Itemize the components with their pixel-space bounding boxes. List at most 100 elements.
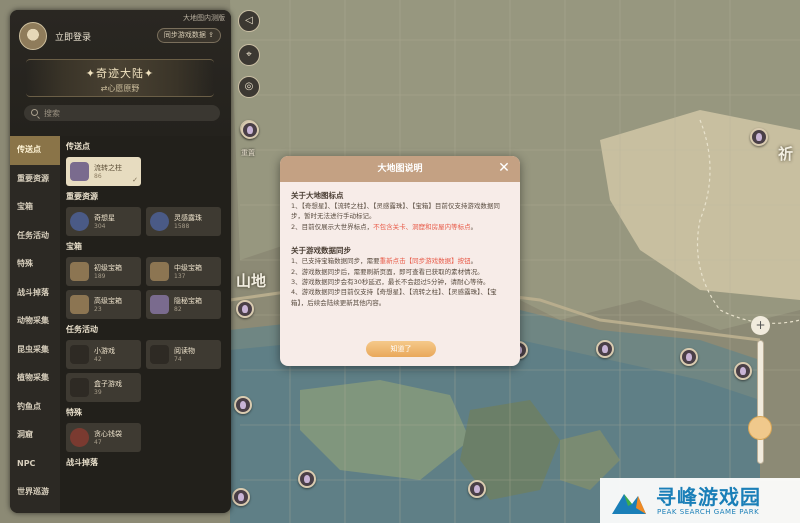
region-label-mountain: 山地 xyxy=(236,272,267,290)
minigame-icon xyxy=(70,345,89,364)
locate-button[interactable]: ⌖ xyxy=(238,44,260,66)
category-chests[interactable]: 宝箱 xyxy=(10,193,60,222)
region-label-east: 祈 xyxy=(778,145,794,163)
item-count: 74 xyxy=(174,356,182,363)
search-box[interactable] xyxy=(24,105,220,121)
dialog-paragraph: 1、已支持宝箱数据同步，需要重新点击【同步游戏数据】按钮。 xyxy=(291,257,478,266)
item-count: 189 xyxy=(94,273,106,280)
marker-item-chest-hidden[interactable]: 隐秘宝箱 82 xyxy=(146,290,221,319)
category-resources[interactable]: 重要资源 xyxy=(10,165,60,194)
book-icon xyxy=(150,345,169,364)
category-animal[interactable]: 动物采集 xyxy=(10,307,60,336)
login-link[interactable]: 立即登录 xyxy=(55,30,91,43)
marker-item-greedy-purse[interactable]: 贪心钱袋 47 xyxy=(66,423,141,452)
dialog-paragraph: 2、游戏数据同步后，需要刷新页面，即可查看已获取的素材情况。 xyxy=(291,267,484,276)
map-marker[interactable] xyxy=(680,348,698,366)
reset-marker-icon[interactable] xyxy=(241,121,259,139)
purse-icon xyxy=(70,428,89,447)
item-count: 137 xyxy=(174,273,186,280)
panel-header: 大地图内测版 立即登录 同步游戏数据 ⇪ ✦奇迹大陆✦ ⇄心愿原野 xyxy=(10,10,231,136)
dialog-body: 关于大地图标点 1、【奇想星】、【流转之柱】、【灵感露珠】、【宝箱】目前仅支持游… xyxy=(280,182,520,308)
section-title-chests: 宝箱 xyxy=(66,242,82,251)
marker-item-chest-mid[interactable]: 中级宝箱 137 xyxy=(146,257,221,286)
chest-icon xyxy=(70,295,89,314)
map-marker[interactable] xyxy=(232,488,250,506)
item-count: 23 xyxy=(94,306,102,313)
item-count: 82 xyxy=(174,306,182,313)
dialog-paragraph: 3、游戏数据同步会有30秒延迟，最长不会超过5分钟，请耐心等待。 xyxy=(291,278,490,287)
zoom-slider-thumb[interactable] xyxy=(748,416,772,440)
map-marker[interactable] xyxy=(236,300,254,318)
dialog-header: 大地图说明 ✕ xyxy=(280,156,520,182)
search-input[interactable] xyxy=(44,107,214,119)
section-title-special: 特殊 xyxy=(66,408,82,417)
map-marker[interactable] xyxy=(596,340,614,358)
item-name: 贪心钱袋 xyxy=(94,430,122,438)
category-special[interactable]: 特殊 xyxy=(10,250,60,279)
dialog-paragraph: 2、目前仅展示大世界标点，不包含关卡、洞窟和房屋内等标点。 xyxy=(291,222,478,231)
map-info-dialog: 大地图说明 ✕ 关于大地图标点 1、【奇想星】、【流转之柱】、【灵感露珠】、【宝… xyxy=(280,156,520,366)
category-world-tour[interactable]: 世界巡游 xyxy=(10,478,60,507)
map-marker[interactable] xyxy=(734,362,752,380)
search-icon xyxy=(31,109,38,116)
category-insect[interactable]: 昆虫采集 xyxy=(10,336,60,365)
item-name: 流转之柱 xyxy=(94,164,122,172)
sync-button-label: 同步游戏数据 xyxy=(163,31,206,39)
marker-item-pillar[interactable]: 流转之柱 86 ✓ xyxy=(66,157,141,186)
section-title-resources: 重要资源 xyxy=(66,192,98,201)
marker-item-minigame[interactable]: 小游戏 42 xyxy=(66,340,141,369)
category-sidebar: 传送点 重要资源 宝箱 任务活动 特殊 战斗掉落 动物采集 昆虫采集 植物采集 … xyxy=(10,136,60,513)
category-cave[interactable]: 洞窟 xyxy=(10,421,60,450)
marker-item-reading[interactable]: 阅读物 74 xyxy=(146,340,221,369)
reset-label[interactable]: 重置 xyxy=(241,148,255,158)
close-icon[interactable]: ✕ xyxy=(496,160,512,176)
marker-item-star[interactable]: 奇想星 304 xyxy=(66,207,141,236)
watermark-subtitle: PEAK SEARCH GAME PARK xyxy=(657,508,760,516)
sync-game-data-button[interactable]: 同步游戏数据 ⇪ xyxy=(156,28,221,43)
region-banner[interactable]: ✦奇迹大陆✦ ⇄心愿原野 xyxy=(26,59,214,97)
avatar[interactable] xyxy=(19,22,47,50)
beta-note: 大地图内测版 xyxy=(183,14,225,22)
collapse-panel-button[interactable]: ◁ xyxy=(238,10,260,32)
category-fishing[interactable]: 钓鱼点 xyxy=(10,393,60,422)
section-title-combat: 战斗掉落 xyxy=(66,458,98,467)
zoom-slider-track[interactable] xyxy=(757,340,764,464)
chest-icon xyxy=(150,295,169,314)
item-name: 小游戏 xyxy=(94,347,115,355)
side-panel: 大地图内测版 立即登录 同步游戏数据 ⇪ ✦奇迹大陆✦ ⇄心愿原野 传送点 重要… xyxy=(10,10,231,513)
chest-icon xyxy=(70,262,89,281)
item-name: 灵感露珠 xyxy=(174,214,202,222)
upload-icon: ⇪ xyxy=(208,31,214,39)
category-tasks[interactable]: 任务活动 xyxy=(10,222,60,251)
dialog-paragraph: 1、【奇想星】、【流转之柱】、【灵感露珠】、【宝箱】目前仅支持游戏数据同步，暂时… xyxy=(291,202,500,221)
zoom-in-button[interactable]: + xyxy=(751,316,770,335)
got-it-button[interactable]: 知道了 xyxy=(366,341,436,357)
item-name: 盒子游戏 xyxy=(94,380,122,388)
category-teleport[interactable]: 传送点 xyxy=(10,136,60,165)
item-name: 奇想星 xyxy=(94,214,115,222)
marker-item-chest-high[interactable]: 高级宝箱 23 xyxy=(66,290,141,319)
map-marker[interactable] xyxy=(468,480,486,498)
item-count: 39 xyxy=(94,389,102,396)
back-arrow-icon: ◁ xyxy=(245,15,253,26)
region-title: ✦奇迹大陆✦ xyxy=(85,67,155,80)
item-count: 47 xyxy=(94,439,102,446)
zoom-control[interactable]: + xyxy=(748,316,772,466)
map-marker[interactable] xyxy=(750,128,768,146)
item-name: 隐秘宝箱 xyxy=(174,297,202,305)
dialog-section-title: 关于大地图标点 xyxy=(291,191,344,200)
marker-item-box-game[interactable]: 盒子游戏 39 xyxy=(66,373,141,402)
map-marker[interactable] xyxy=(234,396,252,414)
marker-list: 传送点 流转之柱 86 ✓ 重要资源 奇想星 304 灵感露珠 1588 宝箱 xyxy=(66,136,231,513)
map-marker[interactable] xyxy=(298,470,316,488)
star-icon xyxy=(70,212,89,231)
compass-icon: ◎ xyxy=(244,81,254,92)
marker-item-dew[interactable]: 灵感露珠 1588 xyxy=(146,207,221,236)
marker-item-chest-basic[interactable]: 初级宝箱 189 xyxy=(66,257,141,286)
compass-button[interactable]: ◎ xyxy=(238,76,260,98)
category-combat-drops[interactable]: 战斗掉落 xyxy=(10,279,60,308)
watermark: 寻峰游戏园 PEAK SEARCH GAME PARK xyxy=(600,478,800,523)
category-plant[interactable]: 植物采集 xyxy=(10,364,60,393)
category-npc[interactable]: NPC xyxy=(10,450,60,479)
item-count: 42 xyxy=(94,356,102,363)
